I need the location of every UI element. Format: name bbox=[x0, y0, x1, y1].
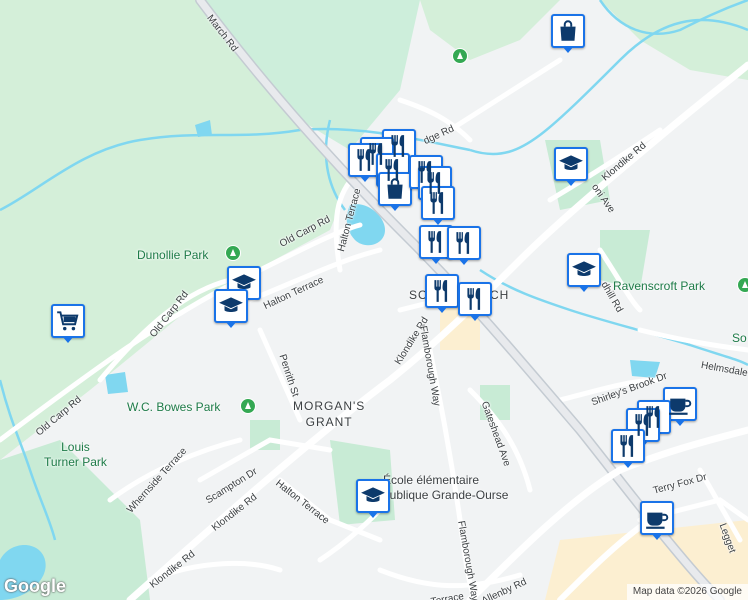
restaurant-icon bbox=[434, 280, 448, 302]
shopping-cart-icon bbox=[57, 311, 79, 331]
map-marker-shopping-bag[interactable] bbox=[551, 14, 585, 54]
map-marker-restaurant[interactable] bbox=[421, 186, 455, 226]
park-icon bbox=[452, 48, 468, 64]
map-marker-school[interactable] bbox=[554, 147, 588, 187]
map-marker-restaurant[interactable] bbox=[611, 429, 645, 469]
restaurant-icon bbox=[620, 435, 634, 457]
school-icon bbox=[219, 297, 243, 312]
park-label-ravenscroft: Ravenscroft Park bbox=[613, 279, 706, 293]
park-label-louis-turner: Louis Turner Park bbox=[44, 440, 107, 469]
map-marker-school[interactable] bbox=[356, 479, 390, 519]
map-canvas[interactable]: March Rd Old Carp Rd Old Carp Rd Old Car… bbox=[0, 0, 748, 600]
map-marker-school[interactable] bbox=[567, 253, 601, 293]
restaurant-icon bbox=[430, 192, 444, 214]
map-marker-school[interactable] bbox=[214, 289, 248, 329]
park-label-dunollie: Dunollie Park bbox=[137, 248, 209, 262]
park-label-wc-bowes: W.C. Bowes Park bbox=[127, 400, 221, 414]
park-icon bbox=[240, 398, 256, 414]
school-icon bbox=[361, 487, 385, 502]
shopping-bag-icon bbox=[560, 20, 576, 41]
park-icon bbox=[737, 277, 748, 293]
map-marker-coffee[interactable] bbox=[640, 501, 674, 541]
map-marker-shopping-cart[interactable] bbox=[51, 304, 85, 344]
restaurant-icon bbox=[428, 231, 442, 253]
park-icon bbox=[225, 245, 241, 261]
restaurant-icon bbox=[467, 288, 481, 310]
google-logo: Google bbox=[4, 576, 66, 596]
map-marker-restaurant[interactable] bbox=[447, 226, 481, 266]
map-marker-shopping-bag[interactable] bbox=[378, 172, 412, 212]
park-label-so: So bbox=[732, 331, 747, 345]
school-icon bbox=[572, 261, 596, 276]
restaurant-icon bbox=[357, 149, 371, 171]
map-marker-restaurant[interactable] bbox=[425, 274, 459, 314]
coffee-cup-icon bbox=[669, 398, 692, 415]
neighbourhood-label: MORGAN'S GRANT bbox=[293, 399, 366, 429]
school-icon bbox=[559, 155, 583, 170]
shopping-bag-icon bbox=[387, 178, 403, 199]
coffee-cup-icon bbox=[646, 512, 669, 529]
restaurant-icon bbox=[456, 232, 470, 254]
map-marker-restaurant[interactable] bbox=[458, 282, 492, 322]
school-name-label: École élémentaire publique Grande-Ourse bbox=[383, 473, 509, 502]
map-attribution[interactable]: Map data ©2026 Google bbox=[626, 584, 748, 600]
